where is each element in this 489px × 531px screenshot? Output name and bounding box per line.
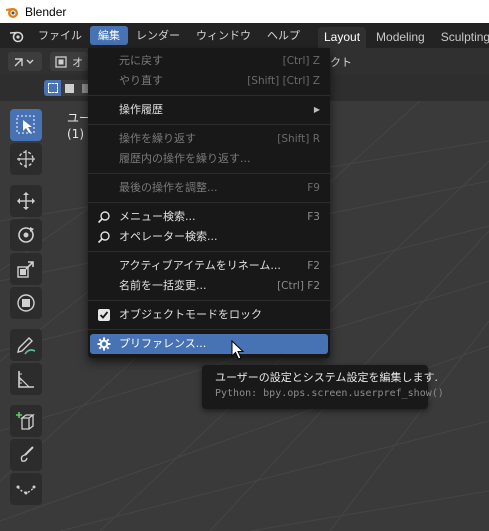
select-extend-icon[interactable]: [61, 80, 78, 96]
menu-item-undo-history[interactable]: 操作履歴 ▶: [88, 100, 330, 120]
editor-type-dropdown[interactable]: [8, 52, 42, 71]
batch-rename-shortcut: [Ctrl] F2: [277, 280, 320, 292]
object-mode-label: オ: [72, 55, 83, 69]
menu-window[interactable]: ウィンドウ: [188, 26, 259, 45]
menu-separator: [88, 173, 330, 174]
menu-separator: [88, 202, 330, 203]
transform-tool[interactable]: [10, 287, 42, 319]
menu-item-operator-search[interactable]: オペレーター検索...: [88, 227, 330, 247]
redo-shortcut: [Shift] [Ctrl] Z: [247, 75, 320, 87]
add-cube-tool[interactable]: [10, 405, 42, 437]
search-icon: [97, 231, 110, 244]
adjust-last-shortcut: F9: [307, 182, 320, 194]
redo-label: やり直す: [119, 74, 163, 87]
undo-history-label: 操作履歴: [119, 103, 163, 116]
3d-cursor-icon: [17, 150, 35, 168]
menu-item-repeat-last[interactable]: 操作を繰り返す [Shift] R: [88, 129, 330, 149]
select-new-icon[interactable]: [44, 80, 61, 96]
menu-item-redo[interactable]: やり直す [Shift] [Ctrl] Z: [88, 71, 330, 91]
menu-separator: [88, 124, 330, 125]
menu-separator: [88, 300, 330, 301]
window-titlebar: Blender: [0, 0, 489, 23]
move-icon: [17, 192, 35, 210]
tool-shelf: [6, 107, 46, 507]
menu-search-shortcut: F3: [307, 211, 320, 223]
window-title: Blender: [25, 4, 67, 19]
tab-sculpting[interactable]: Sculpting: [435, 27, 489, 48]
measure-ruler-icon: [18, 371, 34, 388]
checkmark-icon: [99, 311, 109, 319]
operator-search-label: オペレーター検索...: [119, 230, 218, 243]
add-cube-icon: [16, 412, 35, 430]
viewport-info-line-2: (1): [67, 127, 84, 141]
grease-pencil-tool[interactable]: [10, 439, 42, 471]
draw-brush-icon: [20, 446, 34, 462]
undo-label: 元に戻す: [119, 54, 163, 67]
repeat-history-label: 履歴内の操作を繰り返す...: [119, 152, 251, 165]
tooltip-description: ユーザーの設定とシステム設定を編集します.: [215, 371, 438, 384]
tooltip-python-path: Python: bpy.ops.screen.userpref_show(): [215, 388, 444, 399]
menu-item-rename-active[interactable]: アクティブアイテムをリネーム... F2: [88, 256, 330, 276]
rotate-tool[interactable]: [10, 219, 42, 251]
gear-icon: [97, 337, 111, 351]
menu-render[interactable]: レンダー: [128, 26, 188, 45]
measure-tool[interactable]: [10, 363, 42, 395]
annotate-tool[interactable]: [10, 329, 42, 361]
scale-tool[interactable]: [10, 253, 42, 285]
menu-separator: [88, 95, 330, 96]
repeat-last-label: 操作を繰り返す: [119, 132, 196, 145]
object-mode-icon: [55, 55, 67, 68]
curve-icon: [16, 485, 36, 495]
menu-search-label: メニュー検索...: [119, 210, 196, 223]
lock-object-modes-checkbox[interactable]: [98, 309, 110, 321]
menu-help[interactable]: ヘルプ: [259, 26, 308, 45]
menu-item-preferences[interactable]: プリファレンス...: [90, 334, 328, 354]
blender-logo-icon: [5, 7, 18, 18]
transform-icon: [17, 294, 35, 312]
curve-tool[interactable]: [10, 473, 42, 505]
rename-active-shortcut: F2: [307, 260, 320, 272]
scale-icon: [17, 261, 34, 278]
menu-file[interactable]: ファイル: [30, 26, 90, 45]
menu-item-batch-rename[interactable]: 名前を一括変更... [Ctrl] F2: [88, 276, 330, 296]
blender-menu-icon[interactable]: [4, 23, 30, 48]
cursor-tool[interactable]: [10, 143, 42, 175]
move-tool[interactable]: [10, 185, 42, 217]
menu-item-lock-object-modes[interactable]: オブジェクトモードをロック: [88, 305, 330, 325]
search-icon: [97, 211, 110, 224]
tab-layout[interactable]: Layout: [318, 27, 367, 48]
menu-separator: [88, 329, 330, 330]
repeat-last-shortcut: [Shift] R: [277, 133, 320, 145]
select-box-icon: [16, 115, 35, 134]
object-mode-selector[interactable]: オ: [50, 52, 88, 71]
select-box-tool[interactable]: [10, 109, 42, 141]
transform-orientation-icon: [14, 57, 34, 66]
adjust-last-label: 最後の操作を調整...: [119, 181, 218, 194]
lock-object-modes-label: オブジェクトモードをロック: [119, 308, 262, 321]
menu-item-menu-search[interactable]: メニュー検索... F3: [88, 207, 330, 227]
batch-rename-label: 名前を一括変更...: [119, 279, 207, 292]
rotate-icon: [18, 227, 34, 243]
workspace-tabs: Layout Modeling Sculpting: [318, 27, 489, 48]
menu-item-repeat-history[interactable]: 履歴内の操作を繰り返す...: [88, 149, 330, 169]
annotate-pencil-icon: [17, 337, 36, 355]
preferences-tooltip: ユーザーの設定とシステム設定を編集します. Python: bpy.ops.sc…: [202, 365, 444, 409]
menu-edit[interactable]: 編集: [90, 26, 128, 45]
preferences-label: プリファレンス...: [119, 337, 207, 350]
undo-shortcut: [Ctrl] Z: [282, 55, 320, 67]
rename-active-label: アクティブアイテムをリネーム...: [119, 259, 281, 272]
top-menubar: ファイル 編集 レンダー ウィンドウ ヘルプ Layout Modeling S…: [0, 23, 489, 48]
menu-separator: [88, 251, 330, 252]
object-menu-label[interactable]: クト: [330, 54, 352, 70]
menu-item-undo[interactable]: 元に戻す [Ctrl] Z: [88, 51, 330, 71]
submenu-arrow-icon: ▶: [313, 105, 320, 114]
tab-modeling[interactable]: Modeling: [370, 27, 431, 48]
menu-item-adjust-last[interactable]: 最後の操作を調整... F9: [88, 178, 330, 198]
edit-menu-dropdown: 元に戻す [Ctrl] Z やり直す [Shift] [Ctrl] Z 操作履歴…: [88, 48, 330, 358]
mouse-pointer-icon: [231, 340, 245, 360]
